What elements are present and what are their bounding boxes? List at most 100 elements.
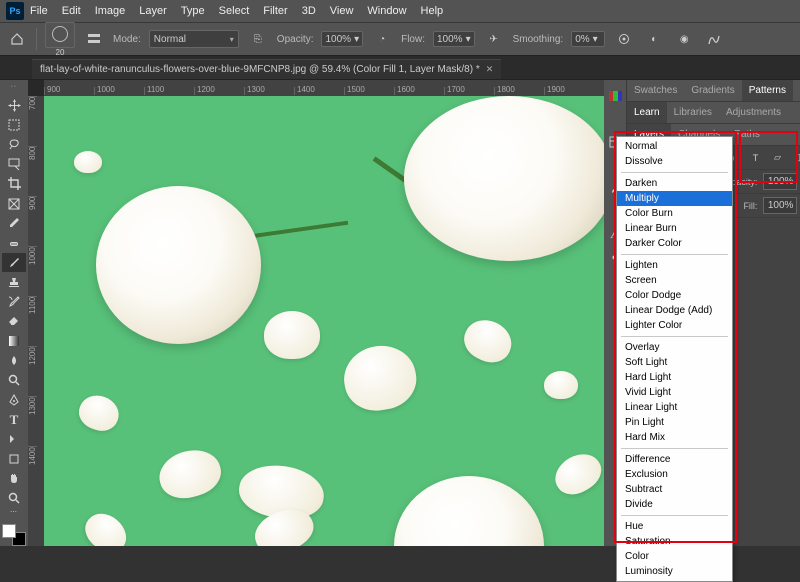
eyedropper-tool[interactable]	[2, 213, 26, 233]
blend-option-hard-light[interactable]: Hard Light	[617, 370, 732, 385]
home-icon[interactable]	[6, 28, 28, 50]
blend-option-divide[interactable]: Divide	[617, 497, 732, 512]
blend-option-hard-mix[interactable]: Hard Mix	[617, 430, 732, 445]
menu-type[interactable]: Type	[181, 5, 205, 17]
color-panel-icon[interactable]	[604, 86, 626, 106]
smoothing-settings-icon[interactable]	[613, 28, 635, 50]
layer-opacity-input[interactable]: 100%	[763, 173, 797, 190]
menu-help[interactable]: Help	[421, 5, 444, 17]
panel-tabs-row1: Swatches Gradients Patterns	[627, 80, 800, 102]
blend-option-hue[interactable]: Hue	[617, 519, 732, 534]
opacity-input[interactable]: 100%▾	[321, 31, 363, 47]
blend-option-lighten[interactable]: Lighten	[617, 258, 732, 273]
close-icon[interactable]: ✕	[486, 64, 494, 75]
tab-paths[interactable]: Paths	[727, 124, 767, 145]
filter-shape-icon[interactable]: ▱	[769, 151, 785, 165]
crop-tool[interactable]	[2, 174, 26, 194]
more-tools-icon[interactable]: ⋯	[10, 508, 18, 521]
menu-layer[interactable]: Layer	[139, 5, 167, 17]
blend-option-dissolve[interactable]: Dissolve	[617, 154, 732, 169]
blend-mode-select[interactable]: Normal▾	[149, 30, 239, 48]
airbrush-icon[interactable]: ✈	[483, 28, 505, 50]
blend-option-saturation[interactable]: Saturation	[617, 534, 732, 549]
symmetry-icon[interactable]	[703, 28, 725, 50]
blend-option-soft-light[interactable]: Soft Light	[617, 355, 732, 370]
blend-option-vivid-light[interactable]: Vivid Light	[617, 385, 732, 400]
menu-filter[interactable]: Filter	[263, 5, 287, 17]
filter-type-icon[interactable]: T	[747, 151, 763, 165]
healing-tool[interactable]	[2, 233, 26, 253]
blend-option-multiply[interactable]: Multiply	[617, 191, 732, 206]
blend-option-linear-dodge-add-[interactable]: Linear Dodge (Add)	[617, 303, 732, 318]
menu-edit[interactable]: Edit	[62, 5, 81, 17]
pen-tool[interactable]	[2, 390, 26, 410]
stamp-tool[interactable]	[2, 272, 26, 292]
menu-view[interactable]: View	[330, 5, 354, 17]
dodge-tool[interactable]	[2, 370, 26, 390]
frame-tool[interactable]	[2, 194, 26, 214]
tab-patterns[interactable]: Patterns	[742, 80, 793, 101]
move-tool[interactable]	[2, 96, 26, 116]
blend-option-difference[interactable]: Difference	[617, 452, 732, 467]
blend-option-pin-light[interactable]: Pin Light	[617, 415, 732, 430]
brush-behavior-icon[interactable]: ⎘	[247, 28, 269, 50]
blend-option-normal[interactable]: Normal	[617, 139, 732, 154]
grip-icon[interactable]: ∙∙	[11, 83, 17, 96]
blend-option-darken[interactable]: Darken	[617, 176, 732, 191]
blend-option-luminosity[interactable]: Luminosity	[617, 564, 732, 579]
layer-fill-input[interactable]: 100%	[763, 197, 797, 214]
gradient-tool[interactable]	[2, 331, 26, 351]
hand-tool[interactable]	[2, 469, 26, 489]
separator	[621, 448, 728, 449]
menu-3d[interactable]: 3D	[302, 5, 316, 17]
selection-tool[interactable]	[2, 154, 26, 174]
blend-option-darker-color[interactable]: Darker Color	[617, 236, 732, 251]
blend-option-subtract[interactable]: Subtract	[617, 482, 732, 497]
menu-image[interactable]: Image	[95, 5, 126, 17]
angle-icon[interactable]: ◐	[643, 28, 665, 50]
tab-swatches[interactable]: Swatches	[627, 80, 684, 101]
brush-size: 20	[56, 48, 65, 57]
image-content	[96, 186, 261, 344]
blend-mode-dropdown: NormalDissolveDarkenMultiplyColor BurnLi…	[616, 136, 733, 582]
tab-libraries[interactable]: Libraries	[667, 102, 719, 123]
blend-option-screen[interactable]: Screen	[617, 273, 732, 288]
smoothing-input[interactable]: 0%▾	[571, 31, 605, 47]
path-tool[interactable]	[2, 429, 26, 449]
zoom-tool[interactable]	[2, 488, 26, 508]
document-tab[interactable]: flat-lay-of-white-ranunculus-flowers-ove…	[32, 59, 501, 79]
pressure-opacity-icon[interactable]: ◔	[371, 28, 393, 50]
document-tabbar: flat-lay-of-white-ranunculus-flowers-ove…	[0, 56, 800, 80]
type-tool[interactable]: T	[2, 410, 26, 430]
blend-option-exclusion[interactable]: Exclusion	[617, 467, 732, 482]
eraser-tool[interactable]	[2, 312, 26, 332]
menu-select[interactable]: Select	[219, 5, 250, 17]
canvas-area: 9001000110012001300140015001600170018001…	[28, 80, 604, 546]
blend-option-color-burn[interactable]: Color Burn	[617, 206, 732, 221]
blur-tool[interactable]	[2, 351, 26, 371]
marquee-tool[interactable]	[2, 115, 26, 135]
brush-preset-picker[interactable]	[45, 22, 75, 48]
tab-learn[interactable]: Learn	[627, 102, 667, 123]
blend-option-lighter-color[interactable]: Lighter Color	[617, 318, 732, 333]
blend-option-linear-light[interactable]: Linear Light	[617, 400, 732, 415]
foreground-background-swatch[interactable]	[2, 524, 26, 545]
filter-smart-icon[interactable]: ◫	[791, 151, 800, 165]
menu-window[interactable]: Window	[367, 5, 406, 17]
brush-settings-icon[interactable]	[83, 28, 105, 50]
pressure-size-icon[interactable]: ◉	[673, 28, 695, 50]
blend-option-color[interactable]: Color	[617, 549, 732, 564]
shape-tool[interactable]	[2, 449, 26, 469]
menu-file[interactable]: File	[30, 5, 48, 17]
lasso-tool[interactable]	[2, 135, 26, 155]
tab-gradients[interactable]: Gradients	[684, 80, 741, 101]
blend-option-linear-burn[interactable]: Linear Burn	[617, 221, 732, 236]
blend-option-overlay[interactable]: Overlay	[617, 340, 732, 355]
history-brush-tool[interactable]	[2, 292, 26, 312]
tab-adjustments[interactable]: Adjustments	[719, 102, 788, 123]
flow-input[interactable]: 100%▾	[433, 31, 475, 47]
canvas[interactable]	[44, 96, 604, 546]
image-content	[394, 476, 544, 546]
blend-option-color-dodge[interactable]: Color Dodge	[617, 288, 732, 303]
brush-tool[interactable]	[2, 253, 26, 273]
